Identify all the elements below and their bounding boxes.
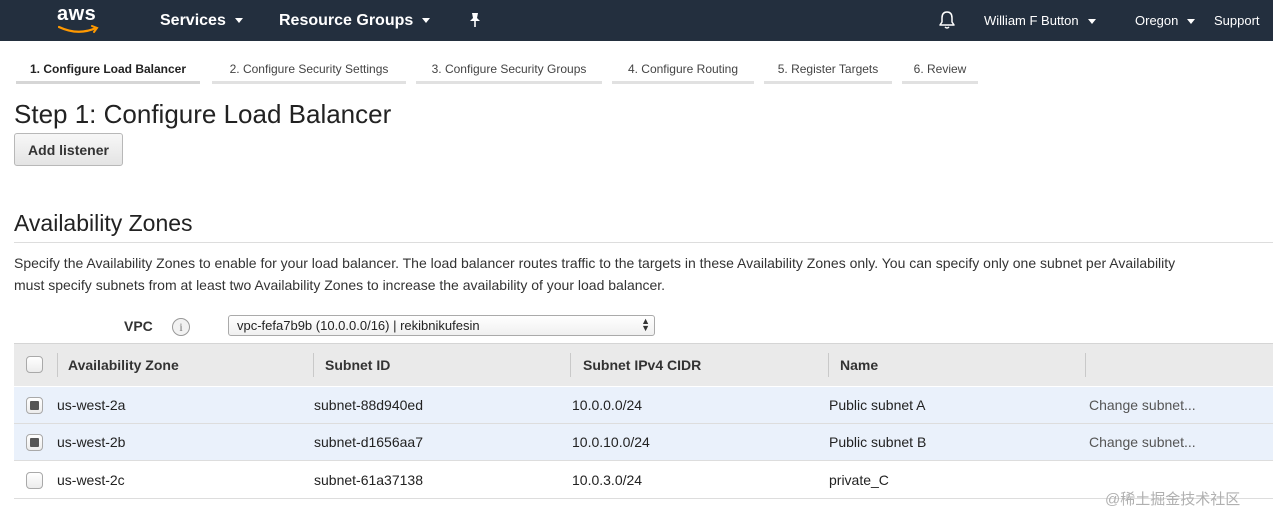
zone-cell: us-west-2b (57, 434, 126, 450)
wizard-step-configure-routing[interactable]: 4. Configure Routing (612, 58, 754, 84)
cidr-cell: 10.0.10.0/24 (572, 434, 650, 450)
zone-cell: us-west-2c (57, 472, 125, 488)
column-header-subnet-id[interactable]: Subnet ID (325, 344, 390, 386)
vpc-select[interactable]: vpc-fefa7b9b (10.0.0.0/16) | rekibnikufe… (228, 315, 655, 336)
availability-zones-description: Specify the Availability Zones to enable… (14, 252, 1273, 296)
description-line: Specify the Availability Zones to enable… (14, 255, 1176, 271)
aws-smile-icon (58, 25, 99, 33)
table-row[interactable]: us-west-2a subnet-88d940ed 10.0.0.0/24 P… (14, 387, 1273, 424)
change-subnet-link[interactable]: Change subnet... (1089, 387, 1196, 424)
aws-logo[interactable]: aws (56, 3, 104, 37)
column-header-availability-zone[interactable]: Availability Zone (68, 344, 179, 386)
vpc-selected-value: vpc-fefa7b9b (10.0.0.0/16) | rekibnikufe… (237, 318, 480, 333)
page-title: Step 1: Configure Load Balancer (14, 99, 392, 129)
cidr-cell: 10.0.0.0/24 (572, 397, 643, 413)
chevron-down-icon (422, 18, 431, 24)
pin-icon[interactable] (466, 11, 484, 29)
subnet-id-cell: subnet-d1656aa7 (314, 434, 423, 450)
wizard-step-register-targets[interactable]: 5. Register Targets (764, 58, 892, 84)
table-row[interactable]: us-west-2c subnet-61a37138 10.0.3.0/24 p… (14, 462, 1273, 499)
wizard-step-configure-security-settings[interactable]: 2. Configure Security Settings (212, 58, 406, 84)
availability-zones-title: Availability Zones (14, 210, 193, 236)
add-listener-button[interactable]: Add listener (14, 133, 123, 166)
subnet-id-cell: subnet-61a37138 (314, 472, 423, 488)
user-label: William F Button (984, 13, 1079, 28)
support-menu[interactable]: Support (1214, 0, 1260, 41)
wizard-step-configure-security-groups[interactable]: 3. Configure Security Groups (416, 58, 602, 84)
region-label: Oregon (1135, 13, 1179, 28)
watermark: @稀土掘金技术社区 (1105, 491, 1241, 508)
name-cell: Public subnet B (829, 434, 927, 450)
column-divider (570, 353, 571, 377)
top-navbar: aws Services Resource Groups William F B… (0, 0, 1273, 41)
name-cell: Public subnet A (829, 397, 926, 413)
chevron-down-icon (234, 18, 243, 24)
wizard-step-review[interactable]: 6. Review (902, 58, 978, 84)
column-divider (1085, 353, 1086, 377)
services-menu[interactable]: Services (160, 0, 243, 41)
resource-groups-menu[interactable]: Resource Groups (279, 0, 431, 41)
row-checkbox[interactable] (26, 397, 43, 414)
cidr-cell: 10.0.3.0/24 (572, 472, 643, 488)
chevron-down-icon (1087, 19, 1096, 25)
row-checkbox[interactable] (26, 472, 43, 489)
table-header: Availability Zone Subnet ID Subnet IPv4 … (14, 343, 1273, 386)
services-label: Services (160, 12, 226, 29)
aws-logo-text: aws (57, 3, 97, 25)
change-subnet-link[interactable]: Change subnet... (1089, 424, 1196, 461)
bell-icon[interactable] (937, 10, 957, 30)
chevron-down-icon (1187, 19, 1196, 25)
section-divider (14, 242, 1273, 243)
column-divider (313, 353, 314, 377)
subnet-id-cell: subnet-88d940ed (314, 397, 423, 413)
zone-cell: us-west-2a (57, 397, 126, 413)
row-checkbox[interactable] (26, 434, 43, 451)
user-menu[interactable]: William F Button (984, 0, 1096, 41)
name-cell: private_C (829, 472, 889, 488)
select-arrows-icon: ▲ ▼ (641, 316, 650, 333)
resource-groups-label: Resource Groups (279, 12, 414, 29)
select-all-checkbox[interactable] (26, 356, 43, 373)
column-divider (57, 353, 58, 377)
column-header-name[interactable]: Name (840, 344, 878, 386)
vpc-label: VPC (124, 318, 153, 334)
info-icon[interactable]: i (172, 318, 190, 336)
wizard-step-configure-load-balancer[interactable]: 1. Configure Load Balancer (16, 58, 200, 84)
column-divider (828, 353, 829, 377)
table-row[interactable]: us-west-2b subnet-d1656aa7 10.0.10.0/24 … (14, 424, 1273, 461)
description-line: must specify subnets from at least two A… (14, 277, 666, 293)
column-header-subnet-cidr[interactable]: Subnet IPv4 CIDR (583, 344, 701, 386)
support-label: Support (1214, 13, 1260, 28)
region-menu[interactable]: Oregon (1135, 0, 1196, 41)
